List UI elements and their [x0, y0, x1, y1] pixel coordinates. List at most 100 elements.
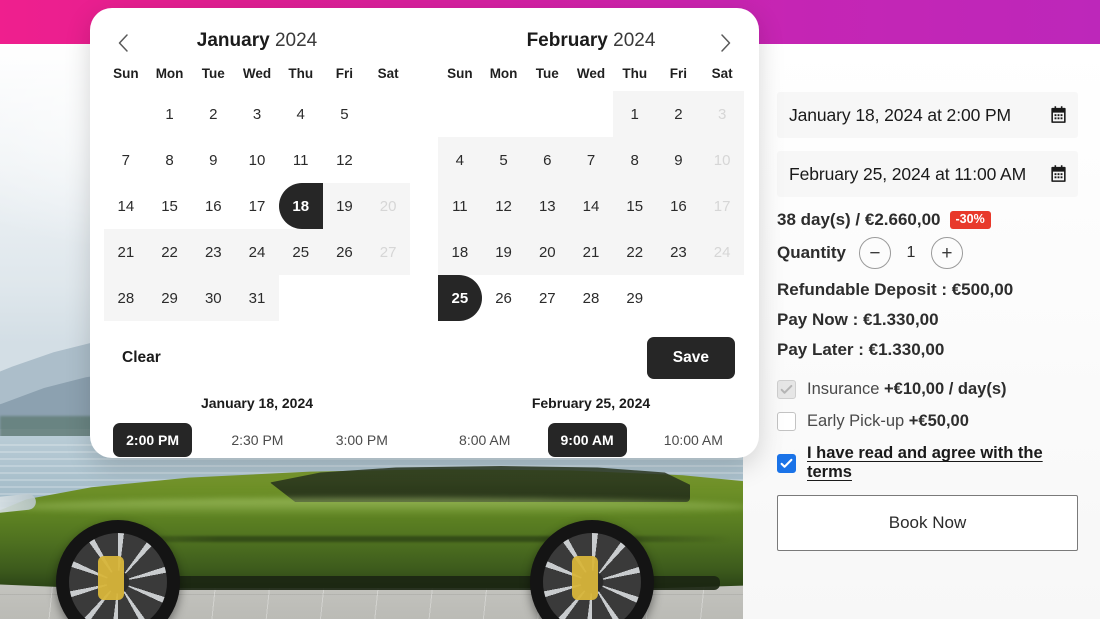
calendar-day-2[interactable]: 2	[656, 91, 701, 137]
calendar-day-27[interactable]: 27	[525, 275, 569, 321]
weekday-thu: Thu	[288, 66, 314, 81]
calendar-day-17[interactable]: 17	[235, 183, 279, 229]
calendar-day-25[interactable]: 25	[438, 275, 482, 321]
calendar-day-6[interactable]: 6	[525, 137, 570, 183]
option-insurance-price: +€10,00 / day(s)	[884, 380, 1007, 398]
calendar-day-empty	[366, 275, 410, 321]
calendar-day-14[interactable]: 14	[569, 183, 613, 229]
calendar-icon[interactable]	[1049, 165, 1068, 184]
option-insurance-label: Insurance +€10,00 / day(s)	[807, 380, 1007, 399]
clear-button[interactable]: Clear	[122, 349, 161, 367]
calendar-day-9[interactable]: 9	[191, 137, 235, 183]
checkbox-early-pickup[interactable]	[777, 412, 796, 431]
calendar-day-15[interactable]: 15	[612, 183, 657, 229]
calendar-icon[interactable]	[1049, 106, 1068, 125]
time-slot-9-00-am[interactable]: 9:00 AM	[547, 423, 627, 457]
save-button[interactable]: Save	[646, 337, 735, 379]
calendar-day-21[interactable]: 21	[104, 229, 148, 275]
calendar-day-29[interactable]: 29	[613, 275, 657, 321]
calendar-day-8[interactable]: 8	[148, 137, 192, 183]
calendar-day-26[interactable]: 26	[482, 275, 526, 321]
weekday-fri: Fri	[335, 66, 354, 81]
calendar-day-empty	[366, 91, 410, 137]
time-slot-10-00-am[interactable]: 10:00 AM	[651, 423, 736, 457]
calendar-day-12[interactable]: 12	[323, 137, 367, 183]
calendar-day-23[interactable]: 23	[191, 229, 236, 275]
quantity-label: Quantity	[777, 243, 846, 262]
calendar-day-8[interactable]: 8	[612, 137, 657, 183]
option-early-pickup[interactable]: Early Pick-up +€50,00	[777, 412, 1078, 431]
time-slot-2-00-pm[interactable]: 2:00 PM	[113, 423, 193, 457]
calendar-day-28[interactable]: 28	[104, 275, 148, 321]
pickup-date-field[interactable]: January 18, 2024 at 2:00 PM	[777, 92, 1078, 138]
calendar-day-23[interactable]: 23	[656, 229, 701, 275]
option-insurance[interactable]: Insurance +€10,00 / day(s)	[777, 380, 1078, 399]
discount-badge: -30%	[949, 210, 991, 230]
calendar-day-3[interactable]: 3	[235, 91, 279, 137]
calendar-day-9[interactable]: 9	[656, 137, 701, 183]
calendar-day-16[interactable]: 16	[191, 183, 235, 229]
calendar-day-22[interactable]: 22	[612, 229, 657, 275]
calendar-day-11[interactable]: 11	[438, 183, 482, 229]
calendar-day-5[interactable]: 5	[323, 91, 367, 137]
calendar-day-empty	[438, 91, 482, 137]
weekday-header-january: Sun Mon Tue Wed Thu Fri Sat	[104, 66, 410, 91]
time-slot-8-00-am[interactable]: 8:00 AM	[446, 423, 523, 457]
calendar-day-empty	[104, 91, 148, 137]
calendar-day-empty	[700, 275, 744, 321]
calendar-day-12[interactable]: 12	[481, 183, 526, 229]
calendar-day-16[interactable]: 16	[656, 183, 701, 229]
calendar-day-25[interactable]: 25	[278, 229, 323, 275]
time-column-pickup-title: January 18, 2024	[200, 395, 314, 411]
calendar-day-26[interactable]: 26	[322, 229, 367, 275]
time-chips-dropoff: 8:00 AM 9:00 AM 10:00 AM	[434, 423, 748, 457]
calendar-day-7[interactable]: 7	[569, 137, 613, 183]
calendar-day-28[interactable]: 28	[569, 275, 613, 321]
calendar-day-14[interactable]: 14	[104, 183, 148, 229]
calendar-day-7[interactable]: 7	[104, 137, 148, 183]
terms-label[interactable]: I have read and agree with the terms	[807, 444, 1078, 482]
calendar-day-30[interactable]: 30	[191, 275, 236, 321]
calendar-day-11[interactable]: 11	[279, 137, 323, 183]
calendar-day-18[interactable]: 18	[278, 183, 323, 229]
weekday-sun: Sun	[447, 66, 473, 81]
calendar-day-18[interactable]: 18	[438, 229, 482, 275]
calendar-day-1[interactable]: 1	[148, 91, 192, 137]
checkbox-terms[interactable]	[777, 453, 796, 473]
calendar-month-january: January 2024 Sun Mon Tue Wed Thu Fri Sat 12345…	[90, 24, 424, 321]
calendar-actions: Clear Save	[90, 321, 759, 383]
calendar-day-19[interactable]: 19	[322, 183, 367, 229]
quantity-decrease-button[interactable]: −	[858, 237, 891, 269]
calendar-day-31[interactable]: 31	[235, 275, 279, 321]
calendar-day-10[interactable]: 10	[235, 137, 279, 183]
calendar-day-22[interactable]: 22	[147, 229, 192, 275]
checkbox-insurance[interactable]	[777, 380, 796, 399]
calendar-day-2[interactable]: 2	[191, 91, 235, 137]
pay-later: Pay Later : €1.330,00	[777, 340, 945, 359]
dropoff-date-field[interactable]: February 25, 2024 at 11:00 AM	[777, 151, 1078, 197]
time-column-pickup: January 18, 2024 2:00 PM 2:30 PM 3:00 PM	[90, 395, 424, 457]
quantity-increase-button[interactable]: +	[930, 237, 963, 269]
calendar-day-24[interactable]: 24	[235, 229, 279, 275]
book-now-button[interactable]: Book Now	[777, 495, 1078, 551]
chevron-left-icon[interactable]	[110, 30, 136, 56]
calendar-day-empty	[657, 275, 701, 321]
time-slot-2-30-pm[interactable]: 2:30 PM	[218, 423, 296, 457]
calendar-day-5[interactable]: 5	[481, 137, 526, 183]
pay-now: Pay Now : €1.330,00	[777, 310, 939, 329]
calendar-day-4[interactable]: 4	[279, 91, 323, 137]
quantity-value: 1	[906, 244, 916, 261]
terms-row[interactable]: I have read and agree with the terms	[777, 444, 1078, 482]
calendar-day-13[interactable]: 13	[525, 183, 570, 229]
weekday-sat: Sat	[711, 66, 733, 81]
calendar-day-1[interactable]: 1	[612, 91, 657, 137]
weekday-sat: Sat	[377, 66, 399, 81]
calendar-day-4[interactable]: 4	[438, 137, 482, 183]
time-slot-3-00-pm[interactable]: 3:00 PM	[323, 423, 401, 457]
calendar-day-21[interactable]: 21	[569, 229, 613, 275]
calendar-day-15[interactable]: 15	[148, 183, 192, 229]
chevron-right-icon[interactable]	[712, 30, 738, 56]
calendar-day-20[interactable]: 20	[525, 229, 570, 275]
calendar-day-29[interactable]: 29	[147, 275, 192, 321]
calendar-day-19[interactable]: 19	[481, 229, 526, 275]
